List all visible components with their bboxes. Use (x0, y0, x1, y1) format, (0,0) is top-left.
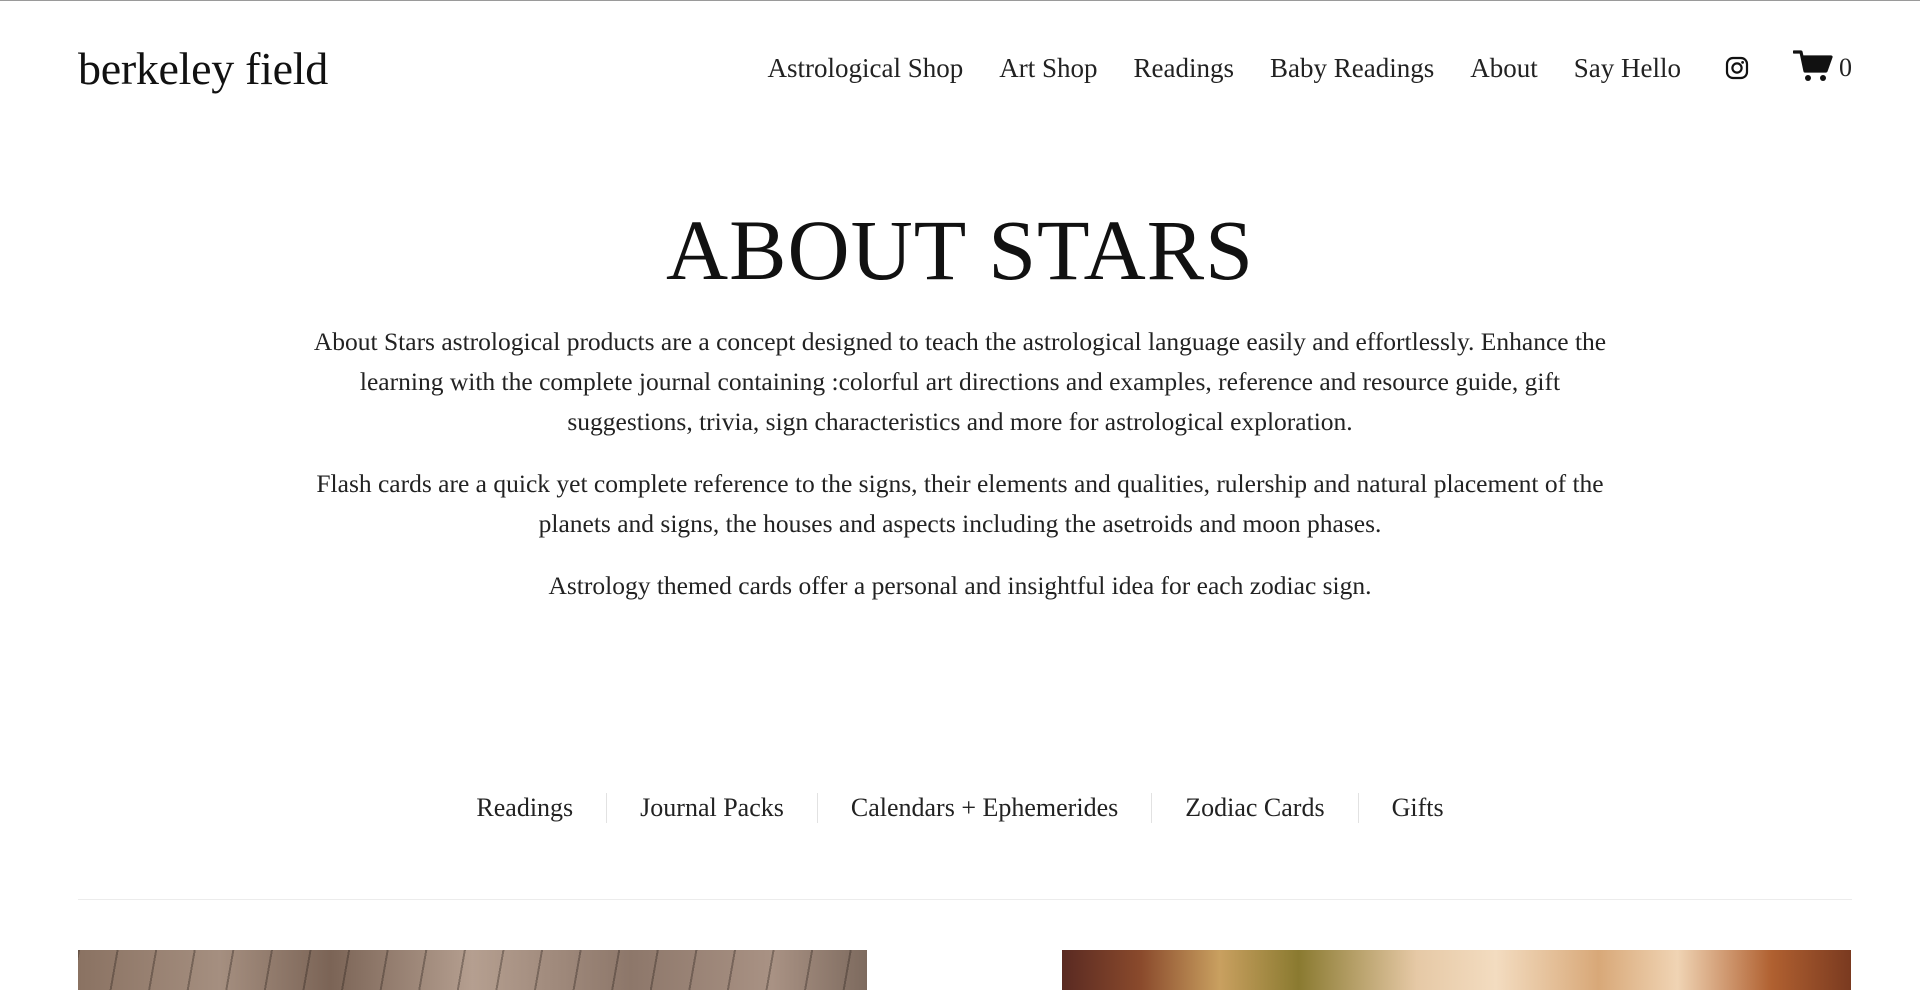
page-title: ABOUT STARS (666, 202, 1254, 298)
cart-count: 0 (1839, 53, 1852, 82)
nav-baby-readings[interactable]: Baby Readings (1270, 53, 1434, 84)
nav-astrological-shop[interactable]: Astrological Shop (768, 53, 964, 84)
nav-readings[interactable]: Readings (1134, 53, 1235, 84)
site-header: berkeley field Astrological Shop Art Sho… (78, 28, 1852, 108)
category-readings[interactable]: Readings (443, 793, 606, 823)
category-nav: Readings Journal Packs Calendars + Ephem… (0, 788, 1920, 828)
top-border (0, 0, 1920, 1)
category-zodiac-cards[interactable]: Zodiac Cards (1152, 793, 1357, 823)
cart-button[interactable]: 0 (1792, 49, 1852, 87)
nav-about[interactable]: About (1470, 53, 1538, 84)
product-image-flowers[interactable] (1062, 950, 1851, 990)
intro-paragraph: Astrology themed cards offer a personal … (548, 571, 1372, 600)
about-stars-section: ABOUT STARS About Stars astrological pro… (0, 200, 1920, 628)
section-divider (78, 899, 1852, 900)
category-journal-packs[interactable]: Journal Packs (607, 793, 817, 823)
site-logo[interactable]: berkeley field (78, 42, 328, 95)
nav-art-shop[interactable]: Art Shop (999, 53, 1097, 84)
main-nav: Astrological Shop Art Shop Readings Baby… (732, 49, 1852, 87)
intro-paragraph: About Stars astrological products are a … (313, 327, 1607, 436)
nav-say-hello[interactable]: Say Hello (1574, 53, 1681, 84)
category-gifts[interactable]: Gifts (1359, 793, 1477, 823)
intro-paragraph: Flash cards are a quick yet complete ref… (316, 469, 1604, 538)
cart-icon (1792, 49, 1833, 87)
instagram-icon[interactable] (1725, 56, 1749, 80)
product-image-wood[interactable] (78, 950, 867, 990)
intro-text: About Stars astrological products are a … (300, 322, 1620, 606)
category-calendars-ephemerides[interactable]: Calendars + Ephemerides (818, 793, 1151, 823)
